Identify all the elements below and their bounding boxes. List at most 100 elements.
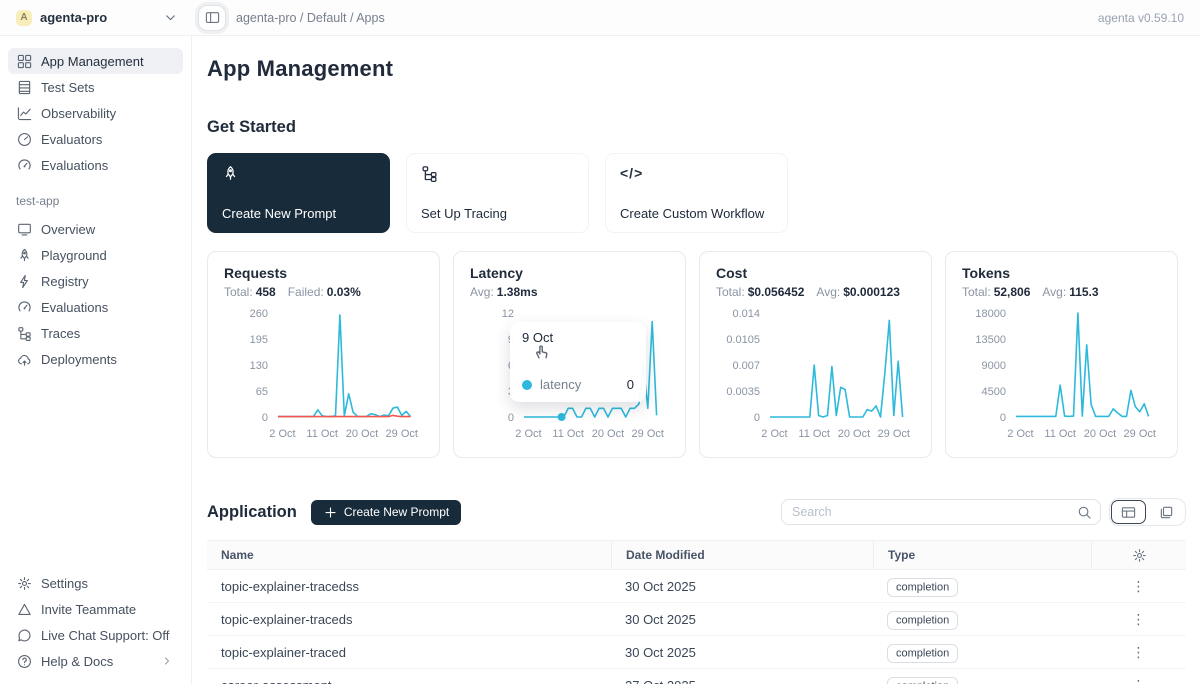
sidebar-toggle-button[interactable]: [198, 5, 226, 31]
tokens-series-tokens: [1016, 313, 1149, 416]
column-settings-gear-icon[interactable]: [1132, 548, 1147, 563]
svg-text:2 Oct: 2 Oct: [1007, 428, 1033, 440]
create-custom-workflow-card[interactable]: </> Create Custom Workflow: [605, 153, 788, 233]
grid-icon: [16, 54, 32, 69]
table-header-row: Name Date Modified Type: [207, 540, 1186, 570]
sidebar-item-evaluations[interactable]: Evaluations: [8, 152, 183, 178]
svg-text:11 Oct: 11 Oct: [1044, 428, 1076, 440]
search-input[interactable]: [792, 505, 1077, 519]
chartline-icon: [16, 106, 32, 121]
gear-icon: [16, 576, 32, 591]
sidebar-item-evaluations-label: Evaluations: [41, 158, 108, 173]
chart-plot[interactable]: 04500900013500180002 Oct11 Oct20 Oct29 O…: [962, 303, 1163, 453]
row-menu-kebab-icon[interactable]: ⋮: [1129, 611, 1149, 628]
requests-stat: Total:458: [224, 285, 276, 299]
svg-text:4500: 4500: [982, 386, 1006, 398]
svg-text:29 Oct: 29 Oct: [1124, 428, 1156, 440]
sidebar-item-evaluators[interactable]: Evaluators: [8, 126, 183, 152]
top-bar: A agenta-pro agenta-pro / Default / Apps…: [0, 0, 1200, 36]
svg-text:11 Oct: 11 Oct: [798, 428, 830, 440]
chat-icon: [16, 628, 32, 643]
cost-chart-title: Cost: [716, 265, 915, 281]
latency-stat: Avg:1.38ms: [470, 285, 538, 299]
sidebar-app-section-label: test-app: [16, 194, 183, 208]
sidebar-app-item-registry[interactable]: Registry: [8, 268, 183, 294]
tooltip-series-name: latency: [540, 377, 581, 392]
table-header-actions: [1091, 541, 1186, 569]
svg-text:130: 130: [250, 360, 268, 372]
sidebar-bottom-item-settings[interactable]: Settings: [8, 570, 183, 596]
table-row[interactable]: topic-explainer-tracedss 30 Oct 2025 com…: [207, 570, 1186, 603]
create-new-prompt-button[interactable]: Create New Prompt: [311, 500, 461, 525]
table-row[interactable]: career-assessment 27 Oct 2025 completion…: [207, 669, 1186, 684]
sidebar-app-item-overview[interactable]: Overview: [8, 216, 183, 242]
workspace-avatar: A: [16, 10, 32, 26]
workspace-selector[interactable]: A agenta-pro: [0, 10, 192, 26]
tokens-chart-title: Tokens: [962, 265, 1161, 281]
table-header-name[interactable]: Name: [207, 548, 611, 562]
sidebar-bottom-item-live-chat-support-label: Live Chat Support: Off: [41, 628, 169, 643]
requests-chart-card: Requests Total:458Failed:0.03% 065130195…: [207, 251, 440, 458]
sidebar-item-app-management[interactable]: App Management: [8, 48, 183, 74]
latency-chart-card: Latency Avg:1.38ms 0369122 Oct11 Oct20 O…: [453, 251, 686, 458]
svg-text:0.007: 0.007: [732, 360, 760, 372]
svg-text:65: 65: [256, 386, 268, 398]
svg-text:20 Oct: 20 Oct: [346, 428, 378, 440]
get-started-section: Get Started Create New Prompt Set Up Tra…: [207, 118, 1186, 233]
chart-stats: Avg:1.38ms: [470, 285, 669, 299]
gauge-icon: [16, 132, 32, 147]
sidebar-app-item-deployments[interactable]: Deployments: [8, 346, 183, 372]
sidebar-app-item-traces[interactable]: Traces: [8, 320, 183, 346]
chevron-down-icon: [163, 10, 178, 25]
tooltip-value: 0: [627, 377, 634, 392]
svg-text:11 Oct: 11 Oct: [552, 428, 584, 440]
table-view-icon: [1121, 505, 1136, 520]
table-view-button[interactable]: [1111, 500, 1146, 524]
chart-plot[interactable]: 0651301952602 Oct11 Oct20 Oct29 Oct: [224, 303, 425, 453]
svg-text:260: 260: [250, 308, 268, 320]
table-row[interactable]: topic-explainer-traced 30 Oct 2025 compl…: [207, 636, 1186, 669]
svg-text:2 Oct: 2 Oct: [515, 428, 541, 440]
sidebar-bottom-item-live-chat-support[interactable]: Live Chat Support: Off: [8, 622, 183, 648]
series-dot-icon: [522, 380, 532, 390]
set-up-tracing-card[interactable]: Set Up Tracing: [406, 153, 589, 233]
sidebar-item-observability[interactable]: Observability: [8, 100, 183, 126]
table-row[interactable]: topic-explainer-traceds 30 Oct 2025 comp…: [207, 603, 1186, 636]
svg-text:0: 0: [1000, 412, 1006, 424]
tree-icon: [16, 326, 32, 341]
create-new-prompt-card[interactable]: Create New Prompt: [207, 153, 390, 233]
sidebar-item-app-management-label: App Management: [41, 54, 144, 69]
row-menu-kebab-icon[interactable]: ⋮: [1129, 644, 1149, 661]
row-menu-kebab-icon[interactable]: ⋮: [1129, 578, 1149, 595]
chevron-right-icon: [159, 655, 175, 667]
sidebar-bottom-item-help-docs[interactable]: Help & Docs: [8, 648, 183, 674]
cost-stat: Total:$0.056452: [716, 285, 804, 299]
sidebar-bottom-item-help-docs-label: Help & Docs: [41, 654, 113, 669]
card-view-button[interactable]: [1147, 499, 1185, 525]
sidebar-app-item-playground-label: Playground: [41, 248, 107, 263]
table-header-date-modified[interactable]: Date Modified: [611, 541, 873, 569]
create-new-prompt-label: Create New Prompt: [222, 206, 336, 221]
sidebar-app-item-registry-label: Registry: [41, 274, 89, 289]
sidebar-item-test-sets-label: Test Sets: [41, 80, 94, 95]
chart-plot[interactable]: 00.00350.0070.01050.0142 Oct11 Oct20 Oct…: [716, 303, 917, 453]
sidebar-app-item-evaluations[interactable]: Evaluations: [8, 294, 183, 320]
sidebar-app-item-traces-label: Traces: [41, 326, 80, 341]
sidebar-bottom-group: Settings Invite Teammate Live Chat Suppo…: [8, 570, 183, 674]
sidebar-bottom-item-invite-teammate[interactable]: Invite Teammate: [8, 596, 183, 622]
breadcrumb[interactable]: agenta-pro / Default / Apps: [236, 11, 385, 25]
table-header-type[interactable]: Type: [873, 541, 1091, 569]
get-started-heading: Get Started: [207, 118, 1186, 137]
sidebar-item-test-sets[interactable]: Test Sets: [8, 74, 183, 100]
sidebar-app-item-playground[interactable]: Playground: [8, 242, 183, 268]
row-date-modified: 30 Oct 2025: [611, 645, 873, 660]
search-icon[interactable]: [1077, 505, 1092, 520]
row-menu-kebab-icon[interactable]: ⋮: [1129, 677, 1149, 684]
cost-stat: Avg:$0.000123: [816, 285, 900, 299]
rocket-icon: [222, 165, 239, 182]
type-badge: completion: [887, 578, 958, 597]
svg-text:2 Oct: 2 Oct: [269, 428, 295, 440]
sidebar-app-item-overview-label: Overview: [41, 222, 95, 237]
card-view-icon: [1159, 505, 1174, 520]
applications-table: Name Date Modified Type topic-explainer-…: [207, 540, 1186, 684]
